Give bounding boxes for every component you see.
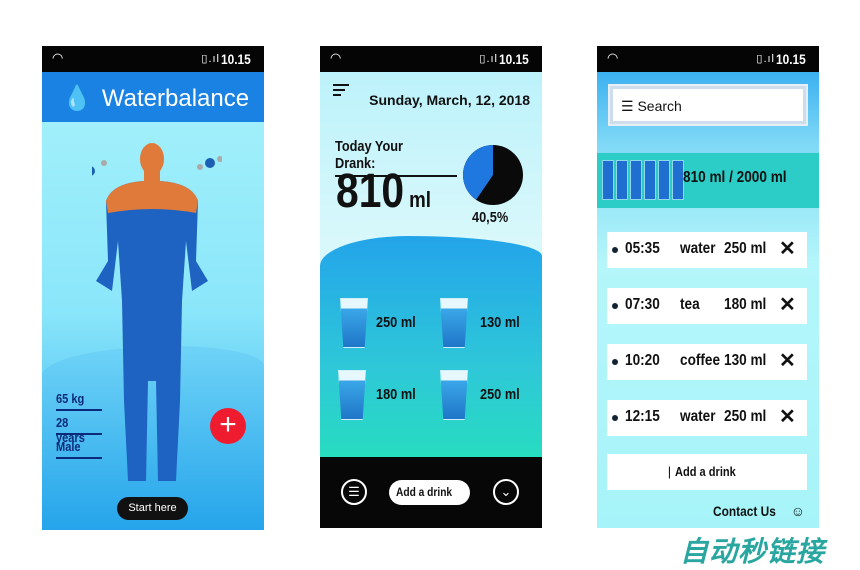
plus-icon: +: [219, 408, 237, 441]
glass-icon[interactable]: [340, 298, 368, 348]
glass-icon[interactable]: [338, 370, 366, 420]
molecule-icon: [92, 166, 95, 176]
search-input[interactable]: ☰ Search: [610, 86, 806, 124]
chevron-down-icon[interactable]: ⌄: [493, 479, 519, 505]
entry-drink: coffee: [680, 352, 721, 369]
amount-display: 810 ml: [336, 164, 448, 219]
entry-drink: water: [680, 408, 716, 425]
entry-time: 07:30: [625, 296, 660, 313]
entry-amount: 250 ml: [724, 240, 767, 257]
wifi-icon: ◠: [607, 50, 619, 65]
add-button[interactable]: +: [210, 408, 246, 444]
status-bar: ◠ ▯.ıl 10.15: [597, 46, 819, 72]
list-icon[interactable]: ☰: [341, 479, 367, 505]
bullet-icon: [612, 303, 618, 309]
menu-icon[interactable]: [333, 84, 349, 99]
progress-label: 810 ml / 2000 ml: [683, 169, 787, 186]
status-time: 10.15: [220, 51, 251, 67]
molecule-icon: [205, 158, 215, 168]
wifi-icon: ◠: [330, 50, 342, 65]
entry-drink: water: [680, 240, 716, 257]
entry-drink: tea: [680, 296, 700, 313]
amount-value: 810: [336, 165, 405, 218]
entry-amount: 130 ml: [724, 352, 767, 369]
log-entry[interactable]: 10:20 coffee 130 ml ✕: [607, 344, 807, 380]
status-bar: ◠ ▯.ıl 10.15: [42, 46, 264, 72]
glass-amount: 180 ml: [376, 386, 416, 403]
close-icon[interactable]: ✕: [779, 404, 796, 429]
water-drop-icon: 💧: [62, 85, 92, 112]
glass-amount: 130 ml: [480, 314, 520, 331]
signal-icon: ▯.ıl: [201, 53, 220, 65]
waterbalance-screen: ◠ ▯.ıl 10.15 💧 Waterbalance 65 kg 28 year…: [42, 46, 264, 530]
menu-icon: ☰: [621, 98, 638, 114]
progress-segment: [616, 160, 628, 200]
progress-segment: [658, 160, 670, 200]
weight-field[interactable]: 65 kg: [56, 391, 102, 411]
app-title: Waterbalance: [101, 85, 250, 112]
entry-time: 05:35: [625, 240, 660, 257]
daily-intake-screen: ◠ ▯.ıl 10.15 Sunday, March, 12, 2018 Tod…: [320, 46, 542, 528]
glass-amount: 250 ml: [480, 386, 520, 403]
bullet-icon: [612, 415, 618, 421]
start-here-button[interactable]: Start here: [117, 497, 188, 520]
status-time: 10.15: [775, 51, 806, 67]
status-bar: ◠ ▯.ıl 10.15: [320, 46, 542, 72]
gender-field[interactable]: Male: [56, 439, 102, 459]
bullet-icon: [612, 247, 618, 253]
progress-segment: [602, 160, 614, 200]
drink-log-screen: ◠ ▯.ıl 10.15 ☰ Search 810 ml / 2000 ml 0…: [597, 46, 819, 528]
progress-segment: [644, 160, 656, 200]
entry-time: 12:15: [625, 408, 660, 425]
entry-amount: 180 ml: [724, 296, 767, 313]
amount-unit: ml: [409, 187, 432, 212]
percent-label: 40,5%: [472, 209, 509, 226]
glass-icon[interactable]: [440, 298, 468, 348]
date-label: Sunday, March, 12, 2018: [369, 92, 530, 108]
log-entry[interactable]: 05:35 water 250 ml ✕: [607, 232, 807, 268]
close-icon[interactable]: ✕: [779, 236, 796, 261]
smiley-icon: ☺: [790, 503, 805, 519]
progress-band: 810 ml / 2000 ml: [597, 153, 819, 208]
signal-icon: ▯.ıl: [756, 53, 775, 65]
signal-icon: ▯.ıl: [479, 53, 498, 65]
progress-pie-chart: [463, 145, 523, 205]
add-drink-button[interactable]: | Add a drink: [607, 454, 807, 490]
entry-time: 10:20: [625, 352, 660, 369]
contact-us-link[interactable]: Contact Us ☺: [713, 503, 805, 519]
human-body-illustration: [92, 143, 222, 481]
bullet-icon: [612, 359, 618, 365]
entry-amount: 250 ml: [724, 408, 767, 425]
glass-icon[interactable]: [440, 370, 468, 420]
close-icon[interactable]: ✕: [779, 348, 796, 373]
add-drink-button[interactable]: Add a drink: [389, 480, 470, 505]
log-entry[interactable]: 07:30 tea 180 ml ✕: [607, 288, 807, 324]
status-time: 10.15: [498, 51, 529, 67]
glass-amount: 250 ml: [376, 314, 416, 331]
cursor-icon: |: [667, 464, 675, 479]
close-icon[interactable]: ✕: [779, 292, 796, 317]
app-header: 💧 Waterbalance: [42, 72, 264, 122]
watermark: 自动秒链接: [680, 536, 826, 567]
log-entry[interactable]: 12:15 water 250 ml ✕: [607, 400, 807, 436]
age-field[interactable]: 28 years: [56, 415, 102, 445]
progress-segment: [630, 160, 642, 200]
bottom-bar: ☰ Add a drink ⌄: [320, 457, 542, 528]
wifi-icon: ◠: [52, 50, 64, 65]
